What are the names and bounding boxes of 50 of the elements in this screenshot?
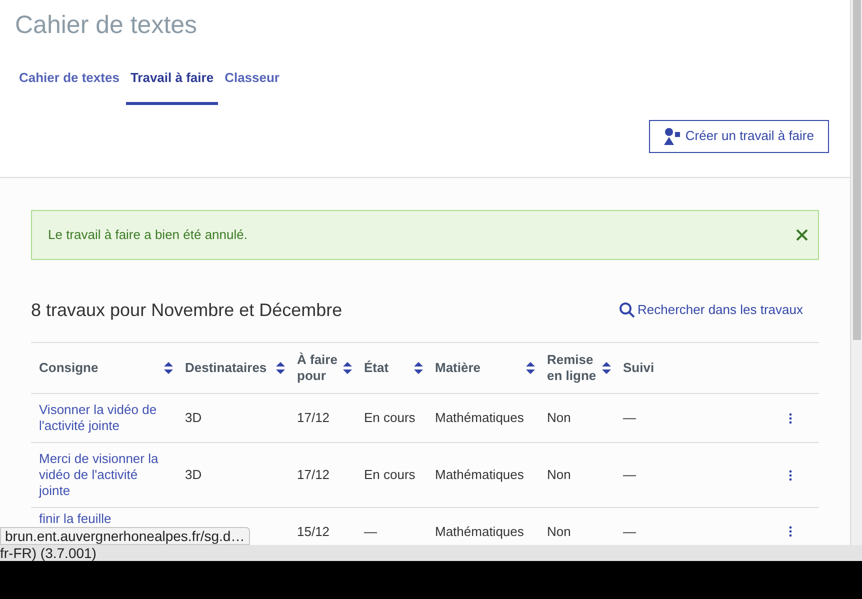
version-text: fr-FR) (3.7.001): [0, 545, 96, 561]
table-cell: —: [364, 524, 377, 538]
sort-icon[interactable]: [343, 362, 352, 374]
tab[interactable]: Cahier de textes: [15, 62, 124, 104]
more-options-icon[interactable]: [789, 470, 792, 480]
more-options-icon[interactable]: [789, 412, 792, 424]
table-cell: 17/12: [297, 410, 330, 425]
table-cell: Non: [547, 524, 571, 538]
tab[interactable]: Classeur: [220, 62, 284, 104]
table-cell: Non: [547, 410, 571, 425]
tab[interactable]: Travail à faire: [126, 62, 218, 104]
search-icon: [618, 302, 635, 318]
table-cell: Mathématiques: [435, 524, 524, 538]
homework-link[interactable]: Merci de visionner la vidéo de l'activité jointe: [39, 451, 171, 499]
table-cell: Mathématiques: [435, 410, 524, 425]
alert-message: Le travail à faire a bien été annulé.: [48, 226, 248, 244]
column-header: Suivi: [623, 360, 654, 376]
column-header: Consigne: [39, 360, 98, 376]
table-cell: 3D: [185, 467, 202, 482]
table-cell: En cours: [364, 467, 416, 482]
search-link[interactable]: Rechercher dans les travaux: [618, 300, 803, 320]
table-cell: En cours: [364, 410, 416, 425]
more-options-icon[interactable]: [789, 526, 792, 537]
column-header: Remise en ligne: [547, 352, 598, 384]
sort-icon[interactable]: [164, 362, 173, 374]
column-header: État: [364, 360, 389, 376]
close-icon[interactable]: [796, 229, 808, 241]
table-cell: Non: [547, 467, 571, 482]
homework-link[interactable]: Visonner la vidéo de l'activité jointe: [39, 402, 171, 434]
scrollbar[interactable]: [850, 0, 862, 545]
table-cell: 17/12: [297, 467, 330, 482]
table-cell: —: [623, 524, 636, 538]
table-cell: 15/12: [297, 524, 330, 538]
list-heading: 8 travaux pour Novembre et Décembre: [31, 298, 342, 322]
sort-icon[interactable]: [276, 362, 285, 374]
sort-icon[interactable]: [414, 362, 423, 374]
status-tooltip: brun.ent.auvergnerhonealpes.fr/sg.d…: [0, 527, 250, 545]
table-cell: —: [623, 467, 636, 482]
homework-link[interactable]: finir la feuille: [39, 511, 171, 527]
table-cell: —: [623, 410, 636, 425]
column-header: Matière: [435, 360, 481, 376]
page-title: Cahier de textes: [15, 10, 198, 41]
column-header: À faire pour: [297, 352, 338, 384]
table-cell: 3D: [185, 410, 202, 425]
sort-icon[interactable]: [526, 362, 535, 374]
create-homework-button[interactable]: Créer un travail à faire: [649, 120, 829, 152]
table-cell: Mathématiques: [435, 467, 524, 482]
sort-icon[interactable]: [602, 362, 611, 374]
column-header: Destinataires: [185, 360, 267, 376]
shapes-icon: [664, 128, 682, 144]
